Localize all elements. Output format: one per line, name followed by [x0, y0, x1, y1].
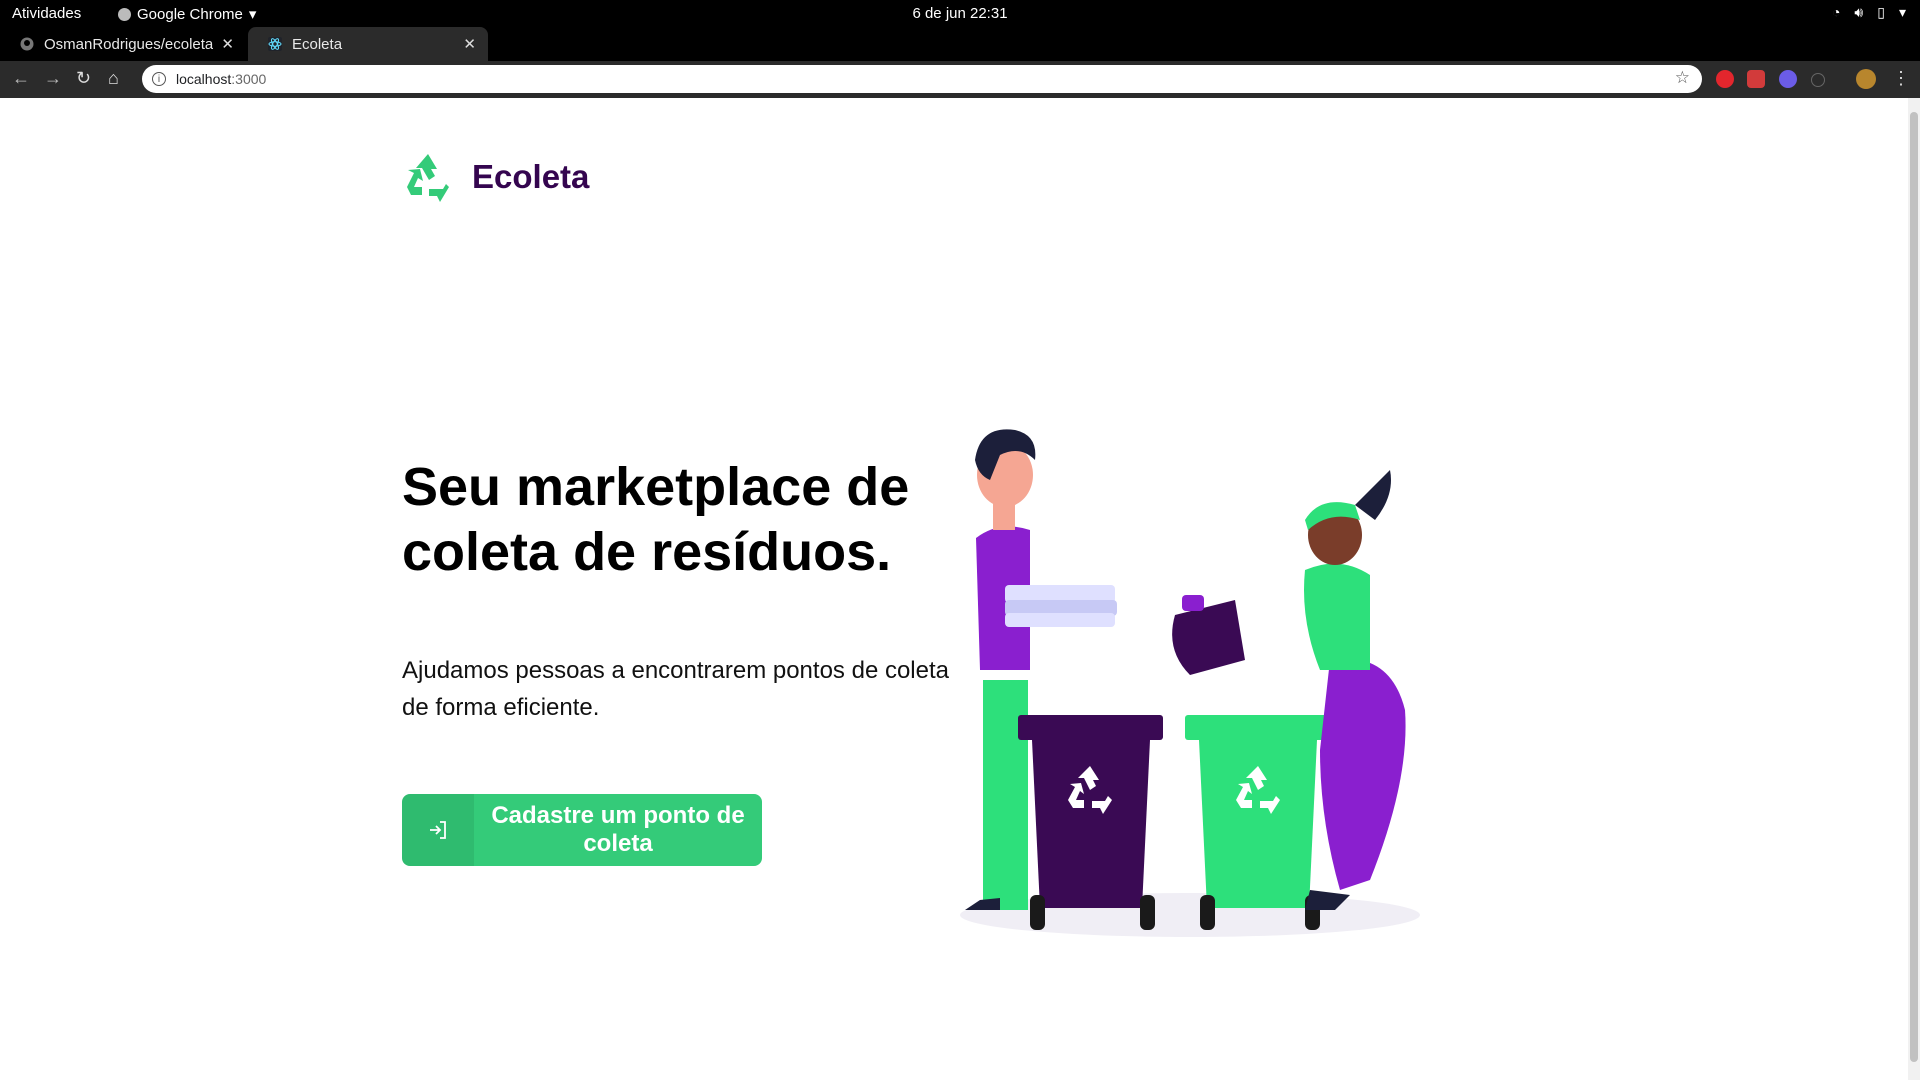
wifi-icon: ◔: [1831, 4, 1841, 20]
extension-adblock-icon[interactable]: [1716, 70, 1734, 88]
os-top-bar: Atividades Google Chrome ▾ 6 de jun 22:3…: [0, 0, 1920, 27]
home-icon[interactable]: ⌂: [108, 68, 119, 89]
battery-icon: ▯: [1877, 4, 1885, 20]
clock[interactable]: 6 de jun 22:31: [0, 5, 1920, 22]
tab-ecoleta[interactable]: Ecoleta ✕: [248, 27, 488, 61]
reload-icon[interactable]: ↻: [76, 68, 91, 89]
close-icon[interactable]: ✕: [221, 35, 234, 53]
system-tray[interactable]: ◔ 🔊︎ ▯ ▾: [1832, 4, 1906, 21]
tab-strip: OsmanRodrigues/ecoleta ✕ Ecoleta ✕ + ✕: [0, 27, 1920, 83]
browser-toolbar: ← → ↻ ⌂ i localhost :3000 ☆ ⋮: [0, 61, 1920, 98]
tab-github[interactable]: OsmanRodrigues/ecoleta ✕: [0, 27, 246, 61]
github-icon: [20, 37, 34, 51]
extension-icon[interactable]: [1747, 70, 1765, 88]
page-subtitle: Ajudamos pessoas a encontrarem pontos de…: [402, 657, 949, 721]
react-icon: [268, 37, 282, 51]
recycling-people-illustration: [960, 429, 1420, 937]
chevron-down-icon: ▾: [1898, 4, 1906, 20]
more-menu-icon[interactable]: ⋮: [1892, 68, 1910, 89]
page-headline: Seu marketplace de coleta de resíduos.: [402, 457, 910, 582]
extension-broadcast-icon[interactable]: [1811, 73, 1825, 87]
profile-avatar[interactable]: [1856, 69, 1876, 89]
scrollbar-thumb[interactable]: [1910, 112, 1918, 1062]
cta-icon-box: [402, 794, 474, 866]
forward-arrow-icon[interactable]: →: [44, 68, 62, 89]
log-in-icon: [430, 821, 446, 839]
register-collection-point-button[interactable]: Cadastre um ponto de coleta: [402, 794, 762, 866]
cta-label: Cadastre um ponto de coleta: [491, 802, 745, 857]
brand-name: Ecoleta: [472, 158, 590, 195]
address-bar[interactable]: i localhost :3000 ☆: [142, 65, 1702, 93]
tab-title: Ecoleta: [292, 35, 343, 53]
url-host: localhost: [176, 71, 232, 87]
extension-video-icon[interactable]: [1779, 70, 1797, 88]
logo: Ecoleta: [402, 151, 589, 203]
recycle-logo-icon: [407, 154, 449, 202]
url-port: :3000: [231, 71, 267, 87]
volume-icon: 🔊︎: [1854, 4, 1864, 20]
close-icon[interactable]: ✕: [463, 35, 476, 53]
info-icon[interactable]: i: [152, 72, 166, 86]
bookmark-star-icon[interactable]: ☆: [1675, 68, 1690, 88]
tab-title: OsmanRodrigues/ecoleta: [44, 35, 214, 53]
back-arrow-icon[interactable]: ←: [12, 68, 30, 89]
page-scrollbar[interactable]: [1908, 98, 1920, 1080]
